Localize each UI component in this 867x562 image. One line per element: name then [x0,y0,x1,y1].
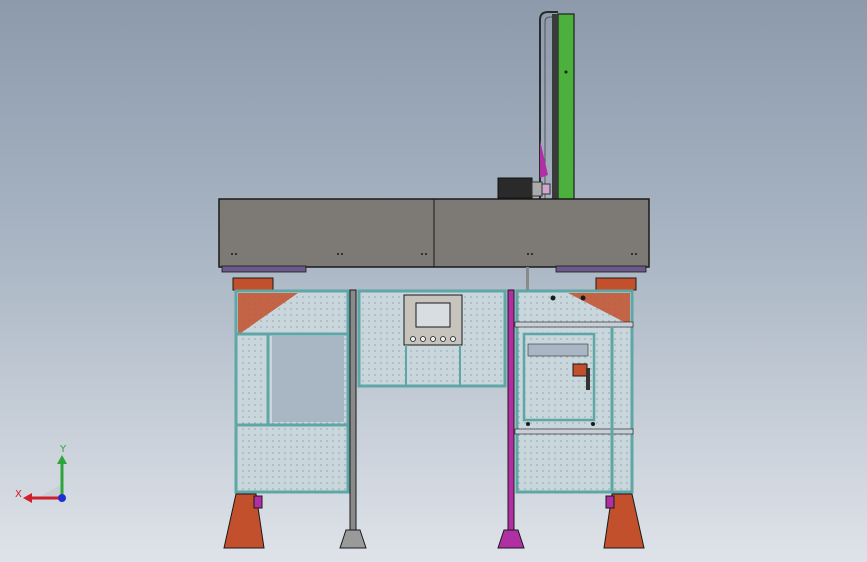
axis-triad: Y X [15,444,67,503]
servo-motor [497,177,551,199]
x-axis-label: X [15,489,22,500]
right-guard-panel [514,289,634,494]
table-top [218,198,650,273]
machine-model-front-view[interactable] [0,0,867,562]
x-axis-arrowhead [23,493,32,503]
y-axis-label: Y [59,444,67,455]
left-guard-panel [234,289,350,494]
z-axis-point [58,494,66,502]
cad-viewport[interactable]: Y X [0,0,867,562]
control-panel [357,289,507,388]
y-axis-arrowhead [57,455,67,464]
gantry-upright [539,11,575,201]
